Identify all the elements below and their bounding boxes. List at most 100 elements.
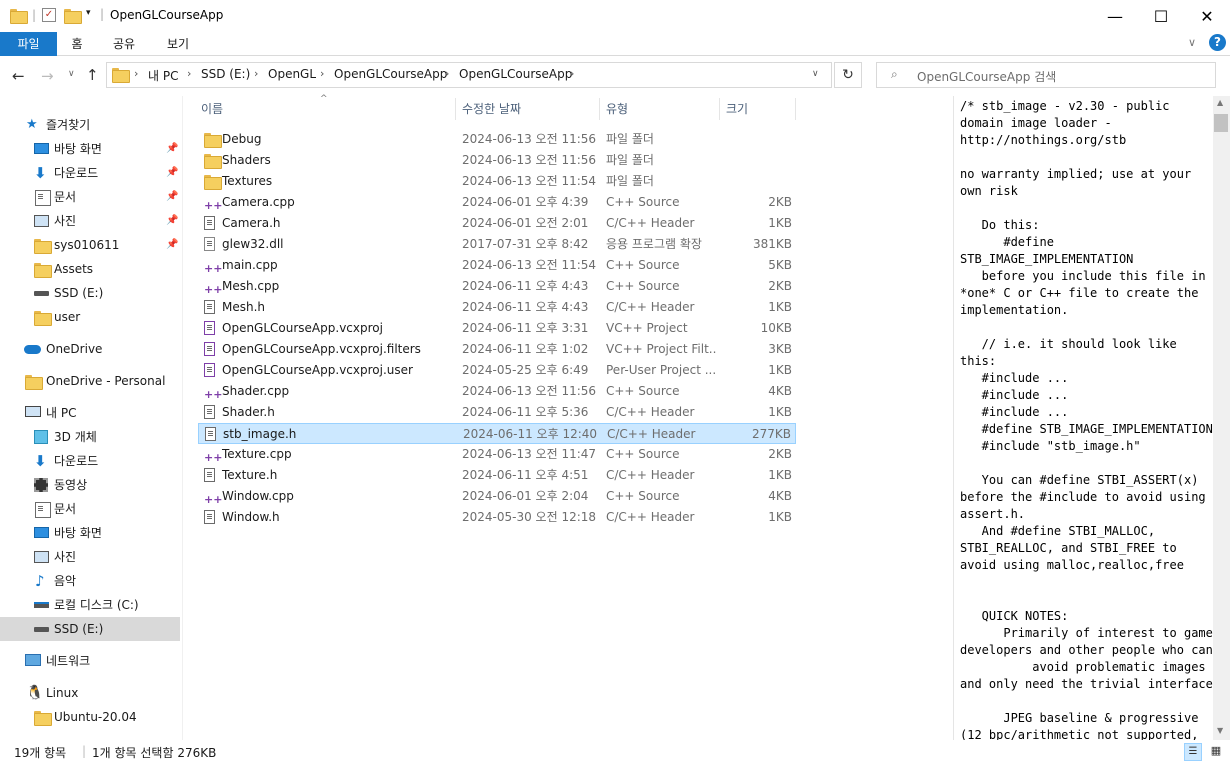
file-row[interactable]: ++ Mesh.cpp 2024-06-11 오후 4:43 C++ Source 2K… xyxy=(198,276,796,297)
sidebar-item-3d-objects[interactable]: 3D 개체 xyxy=(0,425,180,449)
breadcrumb-separator[interactable]: › xyxy=(570,67,574,80)
breadcrumb-ssd[interactable]: SSD (E:) xyxy=(201,67,250,81)
file-row[interactable]: Mesh.h 2024-06-11 오후 4:43 C/C++ Header 1KB xyxy=(198,297,796,318)
column-divider[interactable] xyxy=(719,98,720,120)
ribbon-expand-icon[interactable]: ∨ xyxy=(1188,36,1196,49)
maximize-button[interactable]: ☐ xyxy=(1138,0,1184,32)
item-count: 19개 항목 xyxy=(14,746,67,760)
sidebar-item-user[interactable]: user xyxy=(0,305,180,329)
sidebar-item-pictures-pc[interactable]: 사진 xyxy=(0,545,180,569)
status-separator: | xyxy=(82,744,87,758)
sidebar-item-desktop[interactable]: 바탕 화면 📌 xyxy=(0,137,180,161)
back-icon[interactable]: ← xyxy=(12,67,25,85)
file-row[interactable]: OpenGLCourseApp.vcxproj.filters 2024-06-1… xyxy=(198,339,796,360)
preview-scrollbar[interactable]: ▲ ▼ xyxy=(1213,96,1230,740)
new-folder-icon[interactable] xyxy=(64,9,82,25)
column-header-name[interactable]: 이름 xyxy=(201,96,223,122)
sidebar-item-music[interactable]: ♪ 음악 xyxy=(0,569,180,593)
file-size: 4KB xyxy=(768,489,792,503)
forward-icon[interactable]: → xyxy=(41,67,54,85)
tab-home[interactable]: 홈 xyxy=(62,32,92,56)
refresh-button[interactable]: ↻ xyxy=(834,62,862,88)
breadcrumb-separator[interactable]: › xyxy=(320,67,324,80)
file-row[interactable]: ++ Texture.cpp 2024-06-13 오전 11:47 C++ Sour… xyxy=(198,444,796,465)
file-row[interactable]: ++ main.cpp 2024-06-13 오전 11:54 C++ Source 5… xyxy=(198,255,796,276)
breadcrumb-opengl-course-app-current[interactable]: OpenGLCourseApp xyxy=(459,67,572,81)
file-row[interactable]: OpenGLCourseApp.vcxproj.user 2024-05-25 오… xyxy=(198,360,796,381)
sidebar-item-this-pc[interactable]: 내 PC xyxy=(0,401,180,425)
column-divider[interactable] xyxy=(599,98,600,120)
tab-file[interactable]: 파일 xyxy=(0,32,57,56)
file-row[interactable]: Shader.h 2024-06-11 오후 5:36 C/C++ Header 1K… xyxy=(198,402,796,423)
file-row[interactable]: ++ Window.cpp 2024-06-01 오후 2:04 C++ Source… xyxy=(198,486,796,507)
file-row[interactable]: Camera.h 2024-06-01 오전 2:01 C/C++ Header 1K… xyxy=(198,213,796,234)
help-icon[interactable]: ? xyxy=(1209,34,1226,51)
details-view-icon[interactable]: ☰ xyxy=(1184,743,1202,761)
breadcrumb-opengl[interactable]: OpenGL xyxy=(268,67,316,81)
breadcrumb-separator[interactable]: › xyxy=(187,67,191,80)
file-date: 2024-06-11 오후 4:43 xyxy=(462,279,589,293)
sidebar-item-onedrive-personal[interactable]: OneDrive - Personal xyxy=(0,369,180,393)
sidebar-item-videos[interactable]: 동영상 xyxy=(0,473,180,497)
file-size: 10KB xyxy=(760,321,792,335)
scroll-down-icon[interactable]: ▼ xyxy=(1217,726,1223,735)
file-type: 파일 폴더 xyxy=(606,153,654,167)
file-type: C++ Source xyxy=(606,279,680,293)
sidebar-item-assets[interactable]: Assets xyxy=(0,257,180,281)
tab-view[interactable]: 보기 xyxy=(158,32,198,56)
file-row[interactable]: Window.h 2024-05-30 오전 12:18 C/C++ Header 1… xyxy=(198,507,796,528)
file-date: 2024-06-01 오후 4:39 xyxy=(462,195,589,209)
column-header-type[interactable]: 유형 xyxy=(606,96,628,122)
customize-toolbar-icon[interactable]: ▾ xyxy=(86,8,91,18)
file-type: C/C++ Header xyxy=(607,427,696,441)
file-row[interactable]: Textures 2024-06-13 오전 11:54 파일 폴더 xyxy=(198,171,796,192)
sidebar-item-onedrive[interactable]: OneDrive xyxy=(0,337,180,361)
scroll-up-icon[interactable]: ▲ xyxy=(1217,98,1223,107)
sidebar-item-ssd-quick[interactable]: SSD (E:) xyxy=(0,281,180,305)
column-header-date[interactable]: 수정한 날짜 xyxy=(462,96,521,122)
sidebar-item-downloads[interactable]: ⬇ 다운로드 📌 xyxy=(0,161,180,185)
preview-scrollbar-thumb[interactable] xyxy=(1214,114,1228,132)
file-row[interactable]: OpenGLCourseApp.vcxproj 2024-06-11 오후 3:3… xyxy=(198,318,796,339)
up-icon[interactable]: ↑ xyxy=(86,66,99,84)
search-placeholder[interactable]: OpenGLCourseApp 검색 xyxy=(917,68,1056,85)
file-row[interactable]: ++ Camera.cpp 2024-06-01 오후 4:39 C++ Source… xyxy=(198,192,796,213)
file-row[interactable]: Shaders 2024-06-13 오전 11:56 파일 폴더 xyxy=(198,150,796,171)
minimize-button[interactable]: — xyxy=(1092,0,1138,32)
ribbon-tabs: 파일 홈 공유 보기 ∨ ? xyxy=(0,32,1230,56)
file-row[interactable]: Debug 2024-06-13 오전 11:56 파일 폴더 xyxy=(198,129,796,150)
recent-locations-icon[interactable]: ∨ xyxy=(68,69,75,79)
breadcrumb-this-pc[interactable]: 내 PC xyxy=(148,67,178,84)
sidebar-item-documents-pc[interactable]: 문서 xyxy=(0,497,180,521)
breadcrumb-separator[interactable]: › xyxy=(445,67,449,80)
sidebar-item-ssd-e[interactable]: SSD (E:) xyxy=(0,617,180,641)
file-row[interactable]: ++ Shader.cpp 2024-06-13 오전 11:56 C++ Sourc… xyxy=(198,381,796,402)
column-divider[interactable] xyxy=(455,98,456,120)
sidebar-item-documents[interactable]: 문서 📌 xyxy=(0,185,180,209)
sidebar-item-desktop-pc[interactable]: 바탕 화면 xyxy=(0,521,180,545)
file-row[interactable]: Texture.h 2024-06-11 오후 4:51 C/C++ Header 1… xyxy=(198,465,796,486)
sidebar-item-pictures[interactable]: 사진 📌 xyxy=(0,209,180,233)
file-row[interactable]: stb_image.h 2024-06-11 오후 12:40 C/C++ Head… xyxy=(198,423,796,444)
column-divider[interactable] xyxy=(795,98,796,120)
address-dropdown-icon[interactable]: ∨ xyxy=(812,69,819,79)
file-type: C/C++ Header xyxy=(606,510,695,524)
sidebar-item-downloads-pc[interactable]: ⬇ 다운로드 xyxy=(0,449,180,473)
tab-share[interactable]: 공유 xyxy=(104,32,144,56)
sidebar-item-sys010611[interactable]: sys010611 📌 xyxy=(0,233,180,257)
sidebar-item-label: OneDrive xyxy=(46,342,103,356)
breadcrumb-separator[interactable]: › xyxy=(134,67,138,80)
sidebar-item-linux[interactable]: 🐧 Linux xyxy=(0,681,180,705)
sidebar-item-network[interactable]: 네트워크 xyxy=(0,649,180,673)
sidebar-item-local-disk-c[interactable]: 로컬 디스크 (C:) xyxy=(0,593,180,617)
breadcrumb-opengl-course-app[interactable]: OpenGLCourseApp xyxy=(334,67,447,81)
properties-icon[interactable]: ✓ xyxy=(42,8,56,22)
close-button[interactable]: ✕ xyxy=(1184,0,1230,32)
search-box[interactable]: ⌕ OpenGLCourseApp 검색 xyxy=(876,62,1216,88)
file-row[interactable]: glew32.dll 2017-07-31 오후 8:42 응용 프로그램 확장 38… xyxy=(198,234,796,255)
sidebar-item-ubuntu[interactable]: Ubuntu-20.04 xyxy=(0,705,180,729)
column-header-size[interactable]: 크기 xyxy=(726,96,748,122)
large-icons-view-icon[interactable]: ▦ xyxy=(1207,743,1225,761)
sidebar-item-quick-access[interactable]: ★ 즐겨찾기 xyxy=(0,113,180,137)
breadcrumb-separator[interactable]: › xyxy=(254,67,258,80)
